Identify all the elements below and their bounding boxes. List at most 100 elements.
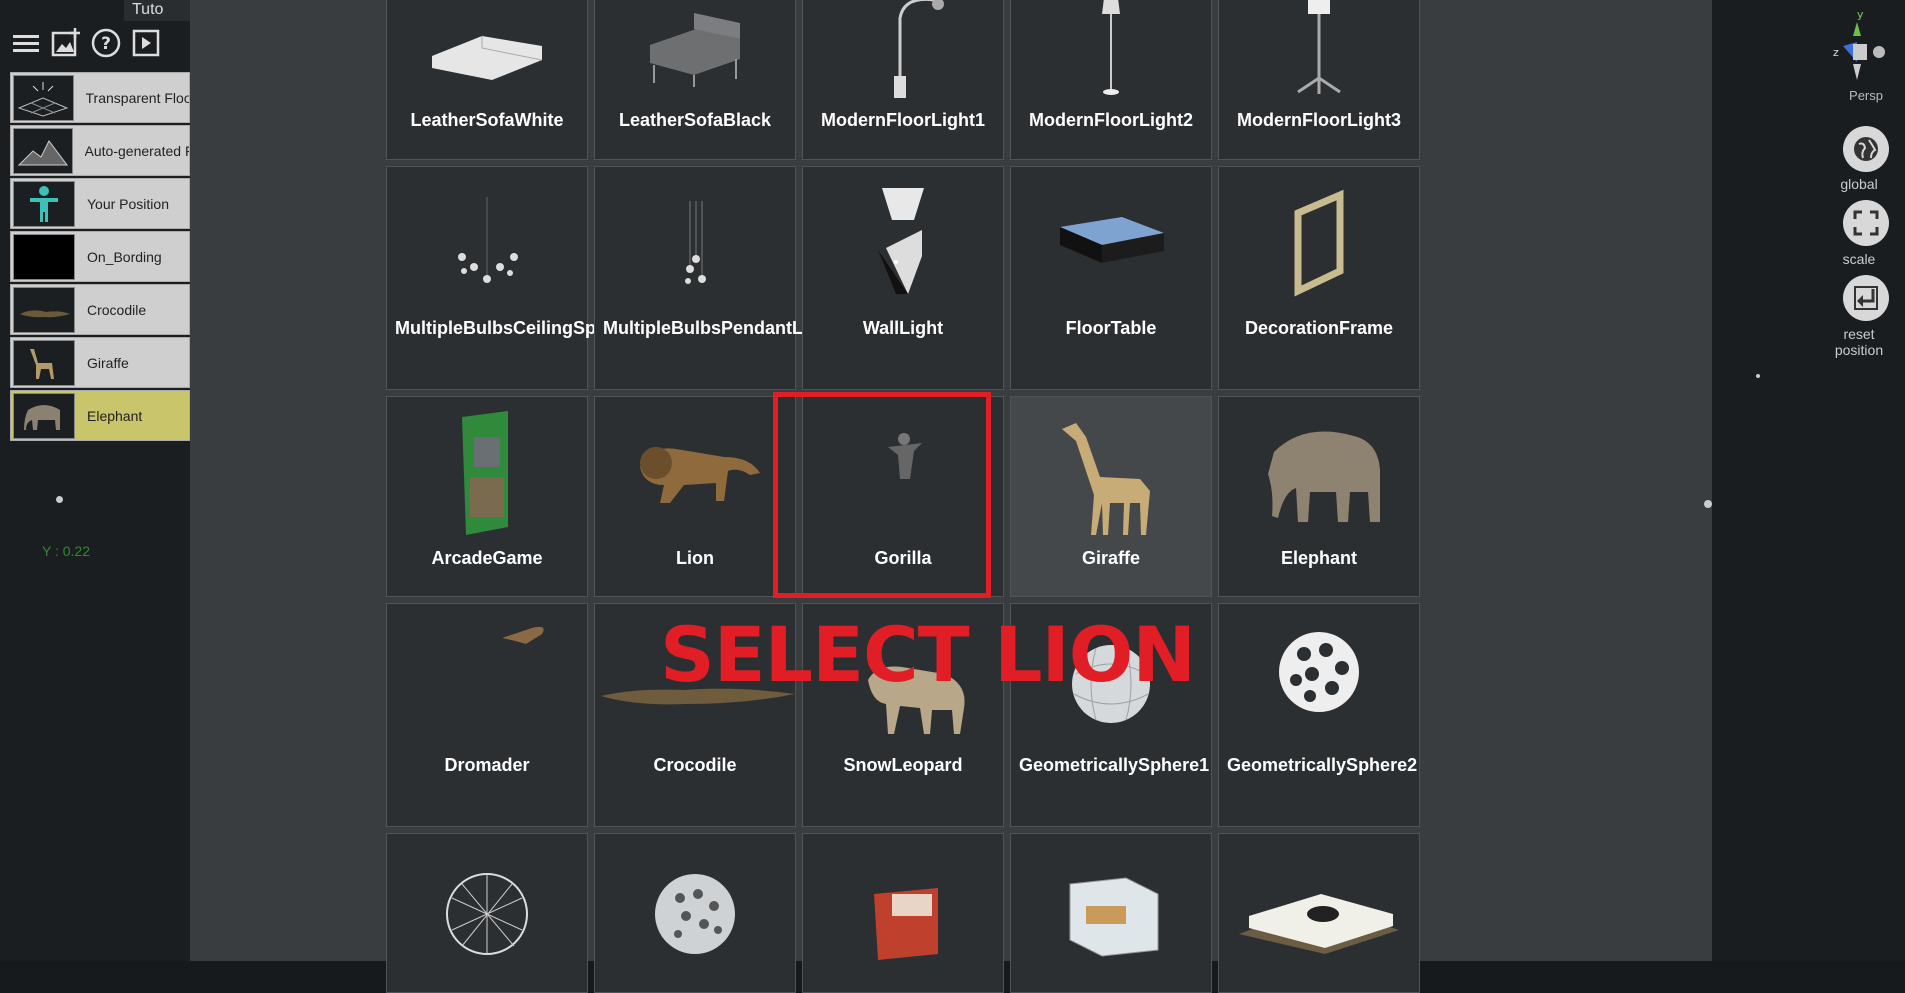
layer-name: Giraffe	[87, 354, 129, 371]
global-label: global	[1840, 176, 1878, 192]
scale-button[interactable]	[1843, 200, 1889, 246]
layer-item[interactable]: Auto-generated F	[10, 125, 190, 176]
asset-preview	[1219, 834, 1419, 984]
layer-item[interactable]: Transparent Floo	[10, 72, 190, 123]
asset-catalog-dialog: LeatherSofaWhite LeatherSofaBlack Modern…	[190, 0, 1712, 993]
asset-card[interactable]: WallLight	[802, 166, 1004, 390]
asset-preview	[387, 604, 587, 754]
layer-thumbnail	[13, 180, 75, 227]
asset-preview	[387, 397, 587, 547]
asset-preview	[1011, 0, 1211, 109]
asset-card[interactable]: LeatherSofaWhite	[386, 0, 588, 160]
layer-thumbnail	[13, 339, 75, 386]
asset-name: WallLight	[862, 318, 944, 338]
asset-card[interactable]: ModernFloorLight3	[1218, 0, 1420, 160]
asset-card[interactable]: FloorTable	[1010, 166, 1212, 390]
asset-preview	[387, 167, 587, 317]
asset-name: Crocodile	[653, 755, 737, 775]
asset-name: LeatherSofaBlack	[618, 110, 772, 130]
layer-item[interactable]: Giraffe	[10, 337, 190, 388]
asset-preview	[1219, 167, 1419, 317]
asset-preview	[387, 0, 587, 109]
global-button[interactable]	[1843, 126, 1889, 172]
layer-name: Your Position	[87, 195, 169, 212]
layer-item[interactable]: Your Position	[10, 178, 190, 229]
asset-preview	[1011, 397, 1211, 547]
asset-card[interactable]	[1218, 833, 1420, 993]
layer-thumbnail	[13, 127, 73, 174]
asset-preview	[1011, 167, 1211, 317]
asset-card[interactable]: Lion	[594, 396, 796, 597]
return-icon	[1854, 286, 1878, 310]
add-image-icon[interactable]	[50, 26, 82, 60]
globe-icon	[1854, 137, 1878, 161]
asset-card[interactable]	[802, 833, 1004, 993]
asset-name: Lion	[676, 548, 714, 568]
viewport-point	[1704, 500, 1712, 508]
asset-preview	[803, 167, 1003, 317]
asset-card[interactable]: GeometricallySphere2	[1218, 603, 1420, 827]
asset-name: MultipleBulbsCeilingSpotlight	[395, 318, 651, 338]
projection-label: Persp	[1849, 88, 1883, 103]
asset-card[interactable]: MultipleBulbsPendantLights	[594, 166, 846, 390]
asset-preview	[1219, 0, 1419, 109]
asset-card-hovered[interactable]: Giraffe	[1010, 396, 1212, 597]
asset-name: DecorationFrame	[1244, 318, 1394, 338]
asset-card[interactable]: Elephant	[1218, 396, 1420, 597]
asset-preview	[595, 834, 795, 984]
app-title: Tuto	[124, 0, 190, 21]
asset-card[interactable]: MultipleBulbsCeilingSpotlight	[386, 166, 651, 390]
asset-name: GeometricallySphere1	[1019, 755, 1210, 775]
asset-card[interactable]: DecorationFrame	[1218, 166, 1420, 390]
asset-card[interactable]: ArcadeGame	[386, 396, 588, 597]
asset-card[interactable]: Dromader	[386, 603, 588, 827]
axis-z-label: z	[1833, 46, 1839, 59]
asset-name: Giraffe	[1081, 548, 1141, 568]
asset-preview	[595, 0, 795, 109]
layer-list: Transparent Floo Auto-generated F Your P…	[10, 72, 190, 443]
layer-name: Transparent Floo	[85, 89, 189, 106]
asset-name: Dromader	[444, 755, 530, 775]
layer-item[interactable]: On_Bording	[10, 231, 190, 282]
asset-preview	[595, 397, 795, 547]
asset-name: ArcadeGame	[431, 548, 543, 568]
coordinate-readout: Y : 0.22	[42, 543, 91, 559]
reset-position-label: reset position	[1834, 326, 1884, 358]
viewport-controls: y z Persp global scale reset position	[1704, 0, 1905, 961]
layer-name: On_Bording	[87, 248, 162, 265]
asset-card[interactable]	[594, 833, 796, 993]
asset-card[interactable]: LeatherSofaBlack	[594, 0, 796, 160]
layer-name: Elephant	[87, 407, 143, 424]
layer-item[interactable]: Elephant	[10, 390, 190, 441]
asset-card[interactable]	[386, 833, 588, 993]
asset-preview	[803, 0, 1003, 109]
menu-icon[interactable]	[10, 26, 42, 60]
asset-preview	[1011, 834, 1211, 984]
reset-position-button[interactable]	[1843, 275, 1889, 321]
help-icon[interactable]: ?	[90, 26, 122, 60]
asset-preview	[803, 834, 1003, 984]
play-icon[interactable]	[130, 26, 162, 60]
layer-thumbnail	[13, 392, 75, 439]
viewport-point	[56, 496, 63, 503]
asset-name: LeatherSofaWhite	[410, 110, 564, 130]
asset-preview	[1219, 604, 1419, 754]
tutorial-highlight-box	[773, 392, 991, 598]
layer-thumbnail	[13, 74, 74, 121]
layer-thumbnail	[13, 286, 75, 333]
asset-card[interactable]: ModernFloorLight1	[802, 0, 1004, 160]
layer-name: Crocodile	[87, 301, 147, 318]
asset-name: FloorTable	[1065, 318, 1157, 338]
tutorial-callout: SELECT LION	[660, 610, 1196, 699]
axis-y-label: y	[1857, 8, 1864, 21]
asset-card[interactable]: ModernFloorLight2	[1010, 0, 1212, 160]
asset-name: Elephant	[1280, 548, 1357, 568]
asset-card[interactable]	[1010, 833, 1212, 993]
orientation-gizmo[interactable]: y z	[1831, 6, 1891, 86]
layers-panel: Tuto ? Transparent Floo Auto-generated F	[0, 0, 190, 961]
expand-icon	[1853, 210, 1879, 236]
layer-item[interactable]: Crocodile	[10, 284, 190, 335]
scale-label: scale	[1842, 251, 1876, 267]
asset-preview	[387, 834, 587, 984]
asset-name: ModernFloorLight1	[821, 110, 985, 130]
